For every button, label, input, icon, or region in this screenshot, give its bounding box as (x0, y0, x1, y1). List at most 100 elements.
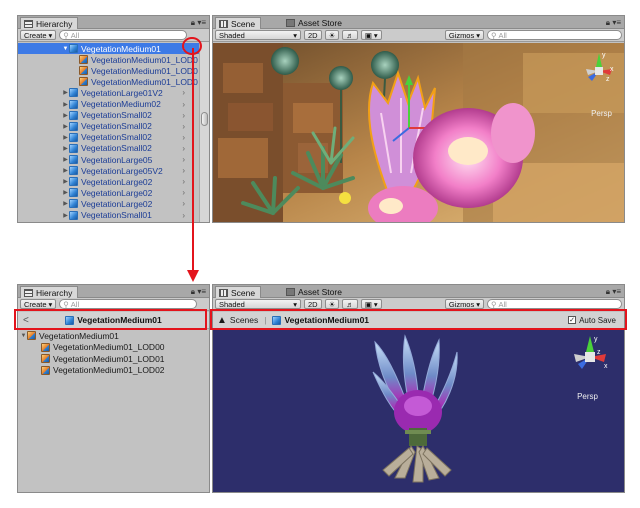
persp-label[interactable]: Persp (577, 392, 598, 401)
tree-row[interactable]: ▶ VegetationLarge02 › (18, 187, 199, 198)
audio-toggle-button[interactable]: ♬ (342, 299, 358, 309)
tree-row[interactable]: ▶ VegetationSmall02 › (18, 143, 199, 154)
tree-row[interactable]: VegetationMedium01_LOD0 (18, 76, 199, 87)
prefab-cube-icon (69, 143, 78, 153)
panel-menu-icon[interactable]: ▾≡ (612, 287, 621, 296)
foldout-arrow-icon[interactable]: ▶ (62, 189, 69, 196)
hierarchy-search-input[interactable]: ⚲ All (59, 30, 188, 40)
grid-icon (219, 288, 228, 297)
scene-viewport-top[interactable]: y x z Persp (213, 43, 624, 222)
foldout-arrow-icon[interactable]: ▶ (62, 212, 69, 219)
lock-icon[interactable]: 🔒︎ (191, 18, 195, 28)
tree-row[interactable]: VegetationMedium01_LOD0 (18, 54, 199, 65)
effects-dropdown[interactable]: ▣ ▾ (360, 30, 382, 40)
tree-row[interactable]: VegetationMedium01_LOD02 (18, 365, 209, 376)
persp-label[interactable]: Persp (591, 109, 612, 118)
tree-row[interactable]: ▶ VegetationLarge02 › (18, 198, 199, 209)
tree-row[interactable]: ▶ VegetationMedium02 › (18, 99, 199, 110)
gizmos-dropdown[interactable]: Gizmos ▾ (444, 299, 484, 309)
tree-row[interactable]: ▼ VegetationMedium01 (18, 330, 209, 341)
panel-menu-icon[interactable]: ▾≡ (612, 18, 621, 27)
toggle-2d-button[interactable]: 2D (304, 30, 322, 40)
tree-row[interactable]: ▼ VegetationMedium01 › (18, 43, 199, 54)
foldout-arrow-icon[interactable]: ▶ (62, 123, 69, 130)
foldout-arrow-icon[interactable]: ▼ (20, 333, 27, 339)
create-dropdown[interactable]: Create ▾ (20, 299, 57, 309)
effects-dropdown[interactable]: ▣ ▾ (360, 299, 382, 309)
tab-hierarchy[interactable]: Hierarchy (20, 286, 79, 298)
breadcrumb-prefab[interactable]: VegetationMedium01 (284, 315, 369, 325)
effects-icon: ▣ (364, 30, 372, 40)
foldout-arrow-icon[interactable]: ▶ (62, 156, 69, 163)
prefab-cube-icon (69, 44, 78, 53)
scene-viewport-bottom[interactable]: y x z Persp (213, 330, 624, 492)
foldout-arrow-icon[interactable]: ▶ (62, 178, 69, 185)
orientation-gizmo-bottom[interactable]: y x z (570, 332, 610, 382)
foldout-arrow-icon[interactable]: ▶ (62, 167, 69, 174)
auto-save-checkbox[interactable]: ✓ (568, 316, 577, 324)
tab-scene[interactable]: Scene (215, 17, 262, 29)
toggle-2d-button[interactable]: 2D (304, 299, 322, 309)
tree-row[interactable]: VegetationMedium01_LOD01 (18, 353, 209, 364)
scene-search-input[interactable]: ⚲ All (487, 299, 622, 309)
scene-render-top (213, 43, 624, 222)
chevron-down-icon: ▾ (48, 299, 53, 309)
scene-search-input[interactable]: ⚲ All (487, 30, 622, 40)
foldout-arrow-icon[interactable]: ▶ (62, 145, 69, 152)
tree-row[interactable]: ▶ VegetationSmall01 › (18, 210, 199, 221)
tree-row[interactable]: ▶ VegetationSmall02 › (18, 132, 199, 143)
tree-row[interactable]: ▶ VegetationSmall02 › (18, 110, 199, 121)
foldout-arrow-icon[interactable]: ▶ (62, 134, 69, 141)
tree-row[interactable]: ▶ VegetationLarge01V2 › (18, 87, 199, 98)
chevron-down-icon: ▾ (293, 30, 297, 40)
auto-save-toggle[interactable]: ✓ Auto Save (568, 316, 616, 325)
tree-row[interactable]: ▶ VegetationLarge05 › (18, 154, 199, 165)
light-toggle-button[interactable]: ☀ (324, 30, 340, 40)
shading-mode-label: Shaded (219, 299, 245, 309)
search-icon: ⚲ (491, 30, 497, 40)
panel-menu-icon[interactable]: ▾≡ (197, 18, 206, 27)
prefab-cube-icon (69, 155, 78, 164)
foldout-arrow-icon[interactable]: ▶ (62, 200, 69, 207)
list-icon (24, 19, 33, 28)
breadcrumb-scenes[interactable]: Scenes (230, 315, 258, 325)
model-prefab-icon (41, 365, 50, 375)
prefab-mode-header: < VegetationMedium01 (18, 312, 209, 329)
orientation-gizmo-top[interactable]: y x z (582, 49, 616, 95)
tree-row[interactable]: VegetationMedium01_LOD0 (18, 65, 199, 76)
tab-scene-label: Scene (231, 18, 256, 29)
gizmos-dropdown[interactable]: Gizmos ▾ (444, 30, 484, 40)
search-placeholder: All (70, 299, 80, 309)
lock-icon[interactable]: 🔒︎ (606, 287, 610, 297)
create-dropdown[interactable]: Create ▾ (20, 30, 57, 40)
panel-menu-icon[interactable]: ▾≡ (197, 287, 206, 296)
tree-row[interactable]: ▶ VegetationLarge05V2 › (18, 165, 199, 176)
back-button[interactable]: < (23, 315, 29, 326)
hierarchy-panel-bottom: Hierarchy 🔒︎ ▾≡ Create ▾ ⚲ All < Vegetat… (17, 284, 210, 493)
tab-scene[interactable]: Scene (215, 286, 262, 298)
tab-asset-store[interactable]: Asset Store (283, 17, 347, 29)
toggle-2d-label: 2D (308, 30, 318, 40)
model-prefab-icon (79, 66, 88, 76)
light-toggle-button[interactable]: ☀ (324, 299, 340, 309)
tab-asset-store[interactable]: Asset Store (283, 286, 347, 298)
tab-hierarchy[interactable]: Hierarchy (20, 17, 79, 29)
store-icon (286, 19, 295, 27)
lock-icon[interactable]: 🔒︎ (606, 18, 610, 28)
foldout-arrow-icon[interactable]: ▶ (62, 101, 69, 108)
tree-row[interactable]: VegetationMedium01_LOD00 (18, 342, 209, 353)
foldout-arrow-icon[interactable]: ▶ (62, 112, 69, 119)
foldout-arrow-icon[interactable]: ▶ (62, 89, 69, 96)
prefab-cube-icon (65, 315, 75, 325)
hierarchy-search-input[interactable]: ⚲ All (59, 299, 198, 309)
tree-row[interactable]: ▶ VegetationLarge02 › (18, 176, 199, 187)
shading-mode-dropdown[interactable]: Shaded ▾ (215, 299, 301, 309)
tree-row[interactable]: ▶ VegetationSmall02 › (18, 121, 199, 132)
tree-row-label: VegetationSmall02 (81, 132, 152, 143)
foldout-arrow-icon[interactable]: ▼ (62, 46, 69, 52)
audio-toggle-button[interactable]: ♬ (342, 30, 358, 40)
toggle-2d-label: 2D (308, 299, 318, 309)
shading-mode-dropdown[interactable]: Shaded ▾ (215, 30, 301, 40)
lock-icon[interactable]: 🔒︎ (191, 287, 195, 297)
tab-hierarchy-label: Hierarchy (36, 287, 73, 298)
